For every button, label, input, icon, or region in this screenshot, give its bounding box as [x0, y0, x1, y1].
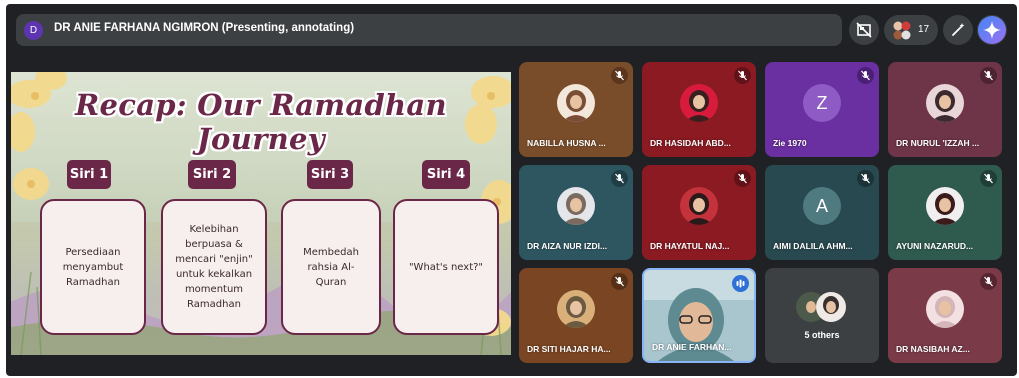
- participant-tile[interactable]: DR AIZA NUR IZDI...: [519, 165, 633, 260]
- participant-name: DR NURUL 'IZZAH ...: [896, 138, 980, 148]
- others-avatars: [796, 292, 846, 322]
- mic-off-icon: [857, 170, 874, 187]
- participant-name: DR SITI HAJAR HA...: [527, 344, 611, 354]
- siri-1-card: Persediaan menyambut Ramadhan: [40, 199, 146, 335]
- hide-layout-button[interactable]: [849, 15, 879, 45]
- siri-2-card: Kelebihan berpuasa & mencari "enjin" unt…: [161, 199, 267, 335]
- participant-tile[interactable]: DR NASIBAH AZ...: [888, 268, 1002, 363]
- participant-name: DR ANIE FARHAN...: [652, 342, 732, 352]
- siri-2-tag: Siri 2: [188, 160, 236, 189]
- layout-off-icon: [856, 22, 872, 38]
- siri-4-card: "What's next?": [393, 199, 499, 335]
- participant-avatar: [557, 290, 595, 328]
- meeting-window: D DR ANIE FARHANA NGIMRON (Presenting, a…: [6, 4, 1017, 376]
- participant-name: DR NASIBAH AZ...: [896, 344, 970, 354]
- siri-3-card: Membedah rahsia Al- Quran: [281, 199, 381, 335]
- participant-tile[interactable]: NABILLA HUSNA ...: [519, 62, 633, 157]
- people-button[interactable]: 17: [884, 15, 938, 45]
- mic-off-icon: [611, 170, 628, 187]
- participant-avatar: [680, 84, 718, 122]
- mic-off-icon: [857, 67, 874, 84]
- presenter-avatar: D: [24, 21, 43, 40]
- participant-avatar: [680, 187, 718, 225]
- participant-tile[interactable]: DR SITI HAJAR HA...: [519, 268, 633, 363]
- mic-off-icon: [980, 170, 997, 187]
- mic-off-icon: [734, 170, 751, 187]
- participant-name: DR HASIDAH ABD...: [650, 138, 731, 148]
- participant-letter-avatar: A: [803, 187, 841, 225]
- gemini-button[interactable]: [977, 15, 1007, 45]
- participant-letter-avatar: Z: [803, 84, 841, 122]
- participant-avatar: [557, 187, 595, 225]
- siri-4-tag: Siri 4: [422, 160, 470, 189]
- participant-tile[interactable]: DR NURUL 'IZZAH ...: [888, 62, 1002, 157]
- mic-off-icon: [734, 67, 751, 84]
- speaking-indicator: [732, 275, 749, 292]
- participant-tile[interactable]: A AIMI DALILA AHM...: [765, 165, 879, 260]
- participant-name: DR AIZA NUR IZDI...: [527, 241, 608, 251]
- mic-off-icon: [980, 273, 997, 290]
- participant-avatar: [926, 187, 964, 225]
- participant-tile[interactable]: AYUNI NAZARUD...: [888, 165, 1002, 260]
- participant-tile[interactable]: DR HASIDAH ABD...: [642, 62, 756, 157]
- gemini-sparkle-icon: [978, 16, 1006, 44]
- participant-name: DR HAYATUL NAJ...: [650, 241, 730, 251]
- presentation-slide: Recap: Our Ramadhan Journey Siri 1 Siri …: [11, 72, 511, 355]
- participant-name: NABILLA HUSNA ...: [527, 138, 606, 148]
- participant-name: Zie 1970: [773, 138, 807, 148]
- mic-off-icon: [980, 67, 997, 84]
- mic-off-icon: [611, 273, 628, 290]
- others-label: 5 others: [804, 330, 840, 340]
- participant-tile[interactable]: DR ANIE FARHAN...: [642, 268, 756, 363]
- participant-avatar: [557, 84, 595, 122]
- participant-avatar: [926, 290, 964, 328]
- participant-tile[interactable]: 5 others: [765, 268, 879, 363]
- participant-name: AYUNI NAZARUD...: [896, 241, 974, 251]
- participant-tile[interactable]: Z Zie 1970: [765, 62, 879, 157]
- people-count: 17: [918, 24, 930, 35]
- participant-avatar: [926, 84, 964, 122]
- magic-pen-icon: [952, 23, 965, 36]
- mic-off-icon: [611, 67, 628, 84]
- siri-3-tag: Siri 3: [307, 160, 353, 189]
- people-avatars-icon: [893, 21, 911, 40]
- presenter-label: DR ANIE FARHANA NGIMRON (Presenting, ann…: [54, 22, 355, 34]
- participant-name: AIMI DALILA AHM...: [773, 241, 853, 251]
- annotate-button[interactable]: [943, 15, 973, 45]
- slide-title: Recap: Our Ramadhan Journey: [75, 88, 447, 156]
- siri-1-tag: Siri 1: [67, 160, 111, 189]
- participant-tile[interactable]: DR HAYATUL NAJ...: [642, 165, 756, 260]
